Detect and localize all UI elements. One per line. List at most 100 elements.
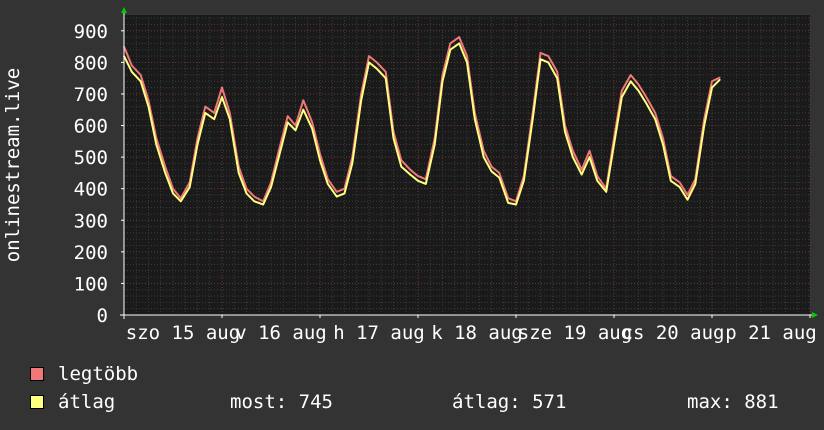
data-point <box>441 80 444 83</box>
data-point <box>629 80 632 83</box>
data-point <box>319 159 321 162</box>
y-tick-label: 700 <box>74 84 108 106</box>
data-point <box>531 118 534 120</box>
y-tick-label: 0 <box>97 305 108 327</box>
data-point <box>155 143 158 146</box>
data-point <box>621 90 623 92</box>
data-point <box>400 165 403 168</box>
data-point <box>229 112 231 114</box>
data-point <box>180 200 182 203</box>
data-point <box>564 131 566 133</box>
data-point <box>711 86 713 89</box>
y-axis-arrow <box>121 7 127 13</box>
data-point <box>547 55 550 57</box>
data-point <box>572 156 574 158</box>
data-point <box>498 176 501 179</box>
data-point <box>147 105 150 108</box>
data-point <box>172 192 174 195</box>
x-tick-label: szo 15 aug <box>126 322 240 344</box>
data-point <box>302 108 305 111</box>
data-point <box>147 99 150 102</box>
y-tick-label: 100 <box>74 273 108 295</box>
data-point <box>588 156 591 158</box>
data-point <box>711 80 713 83</box>
data-point <box>466 61 468 64</box>
legend-avg-label: átlag <box>58 391 116 413</box>
data-point <box>539 58 542 60</box>
x-tick-label: cs 20 aug <box>622 322 725 344</box>
data-point <box>466 55 468 57</box>
data-point <box>572 150 574 152</box>
data-point <box>670 180 672 182</box>
data-point <box>376 61 378 64</box>
x-tick-label: v 16 aug <box>235 322 327 344</box>
data-point <box>270 186 272 188</box>
data-point <box>678 181 681 184</box>
data-point <box>556 71 558 73</box>
data-point <box>637 83 640 86</box>
y-tick-label: 300 <box>74 210 108 232</box>
data-point <box>662 137 664 139</box>
x-tick-label: k 18 aug <box>431 322 523 344</box>
x-tick-label: sze 19 aug <box>518 322 632 344</box>
data-point <box>645 96 648 98</box>
data-point <box>368 61 370 64</box>
y-tick-label: 900 <box>74 21 108 43</box>
data-point <box>335 191 338 193</box>
data-point <box>245 192 248 195</box>
legend-avg-swatch <box>30 395 44 409</box>
data-point <box>645 102 648 105</box>
data-point <box>139 80 142 83</box>
data-point <box>490 165 493 168</box>
data-point <box>449 42 452 45</box>
data-point <box>278 156 280 158</box>
data-point <box>409 168 412 171</box>
data-point <box>131 71 133 73</box>
data-point <box>433 143 436 146</box>
data-point <box>654 118 656 120</box>
data-point <box>131 64 133 67</box>
data-point <box>613 143 615 146</box>
data-point <box>204 112 207 114</box>
data-point <box>164 172 166 174</box>
stat-max: max: 881 <box>687 391 779 413</box>
data-point <box>221 86 223 89</box>
data-point <box>311 127 314 130</box>
data-point <box>204 105 207 108</box>
data-point <box>686 194 689 196</box>
data-point <box>703 124 705 127</box>
data-point <box>596 180 599 182</box>
data-point <box>629 74 632 76</box>
data-point <box>719 78 721 81</box>
data-point <box>449 48 452 51</box>
x-tick-labels: szo 15 augv 16 aug h 17 aug k 18 augsze 19… <box>126 322 817 344</box>
data-point <box>605 191 607 193</box>
data-point <box>580 168 583 171</box>
y-tick-label: 400 <box>74 179 108 201</box>
data-point <box>547 61 550 64</box>
data-point <box>621 96 623 98</box>
data-point <box>515 203 517 206</box>
y-tick-label: 800 <box>74 52 108 74</box>
data-point <box>694 183 697 185</box>
stat-now: most: 745 <box>230 391 333 413</box>
data-point <box>384 77 387 79</box>
data-point <box>719 76 721 79</box>
data-point <box>588 150 591 152</box>
data-point <box>196 143 199 146</box>
data-point <box>637 90 640 92</box>
data-point <box>164 165 166 168</box>
y-tick-label: 600 <box>74 116 108 138</box>
legend-max-swatch <box>30 367 44 381</box>
data-point <box>662 143 664 146</box>
data-point <box>425 183 427 185</box>
data-point <box>237 172 240 174</box>
data-point <box>678 186 681 188</box>
data-point <box>311 121 314 124</box>
data-point <box>343 192 346 195</box>
data-point <box>376 67 378 70</box>
data-point <box>253 200 256 203</box>
data-point <box>286 121 289 124</box>
data-point <box>458 42 461 45</box>
data-point <box>286 115 289 117</box>
